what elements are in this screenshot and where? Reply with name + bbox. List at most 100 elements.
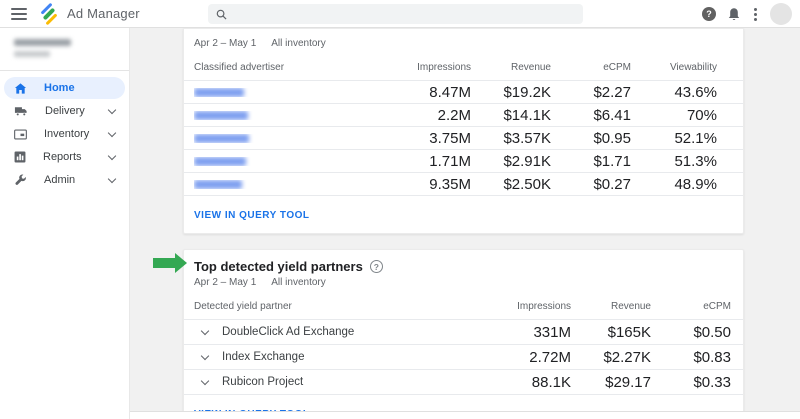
impressions-value: 2.72M (481, 349, 571, 366)
chevron-down-icon (108, 105, 116, 113)
sidebar-item-label: Reports (43, 151, 109, 163)
table-header-row: Detected yield partner Impressions Reven… (184, 293, 743, 319)
expand-chevron-icon[interactable] (201, 351, 209, 359)
card-footer: VIEW IN QUERY TOOL (184, 195, 743, 233)
sidebar-item-inventory[interactable]: Inventory (4, 123, 125, 145)
more-options-icon[interactable] (752, 6, 759, 23)
impressions-value: 1.71M (381, 153, 471, 170)
date-range: Apr 2 – May 1 (194, 277, 256, 288)
impressions-value: 8.47M (381, 84, 471, 101)
revenue-value: $2.27K (571, 349, 651, 366)
app-bar: Ad Manager ? (0, 0, 800, 28)
ecpm-value: $0.95 (551, 130, 631, 147)
table-row: 2.2M $14.1K $6.41 70% (184, 103, 743, 126)
advertiser-link-redacted[interactable] (194, 180, 242, 189)
impressions-value: 331M (481, 324, 571, 341)
inventory-icon (14, 129, 27, 140)
viewability-value: 52.1% (631, 130, 717, 147)
table-header-row: Classified advertiser Impressions Revenu… (184, 54, 743, 80)
partner-name: DoubleClick Ad Exchange (222, 326, 354, 338)
expand-chevron-icon[interactable] (201, 376, 209, 384)
ad-manager-logo-icon (39, 4, 59, 24)
sidebar-item-home[interactable]: Home (4, 77, 125, 99)
column-header: Impressions (381, 62, 471, 73)
impressions-value: 9.35M (381, 176, 471, 193)
notifications-bell-icon[interactable] (727, 7, 741, 22)
column-header: Revenue (571, 301, 651, 312)
column-header: Impressions (481, 301, 571, 312)
main-content: Apr 2 – May 1 All inventory Classified a… (130, 28, 800, 419)
table-row: Index Exchange 2.72M $2.27K $0.83 (184, 344, 743, 369)
revenue-value: $19.2K (471, 84, 551, 101)
card-title: Top detected yield partners (194, 259, 363, 274)
chevron-down-icon (108, 128, 116, 136)
sidebar-item-label: Delivery (45, 105, 109, 117)
impressions-value: 2.2M (381, 107, 471, 124)
sidebar-item-admin[interactable]: Admin (4, 169, 125, 191)
sidebar-divider (0, 70, 129, 71)
viewability-value: 43.6% (631, 84, 717, 101)
viewability-value: 51.3% (631, 153, 717, 170)
advertiser-link-redacted[interactable] (194, 134, 249, 143)
expand-chevron-icon[interactable] (201, 326, 209, 334)
account-info (0, 28, 129, 57)
delivery-truck-icon (14, 105, 28, 117)
reports-chart-icon (14, 151, 26, 163)
chevron-down-icon (108, 174, 116, 182)
classified-advertisers-card: Apr 2 – May 1 All inventory Classified a… (183, 28, 744, 234)
revenue-value: $14.1K (471, 107, 551, 124)
impressions-value: 3.75M (381, 130, 471, 147)
help-icon[interactable]: ? (702, 7, 716, 21)
ecpm-value: $0.33 (651, 374, 731, 391)
table-row: Rubicon Project 88.1K $29.17 $0.33 (184, 369, 743, 394)
table-row: 3.75M $3.57K $0.95 52.1% (184, 126, 743, 149)
next-section-edge (130, 411, 800, 419)
report-scope: Apr 2 – May 1 All inventory (184, 29, 743, 54)
column-header: eCPM (551, 62, 631, 73)
ecpm-value: $2.27 (551, 84, 631, 101)
sidebar-item-reports[interactable]: Reports (4, 146, 125, 168)
table-row: DoubleClick Ad Exchange 331M $165K $0.50 (184, 319, 743, 344)
table-row: 8.47M $19.2K $2.27 43.6% (184, 80, 743, 103)
report-scope: Apr 2 – May 1 All inventory (184, 274, 743, 293)
search-icon (216, 9, 227, 20)
column-header: Classified advertiser (194, 62, 381, 73)
viewability-value: 48.9% (631, 176, 717, 193)
revenue-value: $3.57K (471, 130, 551, 147)
advertiser-link-redacted[interactable] (194, 157, 246, 166)
ecpm-value: $6.41 (551, 107, 631, 124)
menu-icon[interactable] (11, 8, 27, 20)
ecpm-value: $0.27 (551, 176, 631, 193)
column-header: eCPM (651, 301, 731, 312)
revenue-value: $2.50K (471, 176, 551, 193)
account-id-redacted (14, 51, 50, 57)
sidebar-item-label: Admin (44, 174, 109, 186)
partner-name: Rubicon Project (222, 376, 303, 388)
ecpm-value: $0.83 (651, 349, 731, 366)
sidebar: Home Delivery Inventory (0, 28, 130, 419)
view-in-query-tool-link[interactable]: VIEW IN QUERY TOOL (194, 210, 310, 221)
viewability-value: 70% (631, 107, 717, 124)
account-name-redacted (14, 39, 71, 46)
inventory-filter: All inventory (271, 38, 325, 49)
search-box[interactable] (208, 4, 583, 24)
column-header: Revenue (471, 62, 551, 73)
advertiser-link-redacted[interactable] (194, 88, 244, 97)
column-header: Detected yield partner (194, 301, 481, 312)
admin-wrench-icon (14, 174, 27, 187)
sidebar-item-delivery[interactable]: Delivery (4, 100, 125, 122)
help-tooltip-icon[interactable]: ? (370, 260, 383, 273)
ecpm-value: $1.71 (551, 153, 631, 170)
search-input[interactable] (233, 8, 583, 20)
avatar[interactable] (770, 3, 792, 25)
advertiser-link-redacted[interactable] (194, 111, 248, 120)
sidebar-item-label: Home (44, 82, 115, 94)
date-range: Apr 2 – May 1 (194, 38, 256, 49)
revenue-value: $165K (571, 324, 651, 341)
annotation-arrow-icon (153, 253, 187, 273)
app-title: Ad Manager (67, 6, 140, 21)
table-row: 1.71M $2.91K $1.71 51.3% (184, 149, 743, 172)
sidebar-item-label: Inventory (44, 128, 109, 140)
inventory-filter: All inventory (271, 277, 325, 288)
chevron-down-icon (108, 151, 116, 159)
